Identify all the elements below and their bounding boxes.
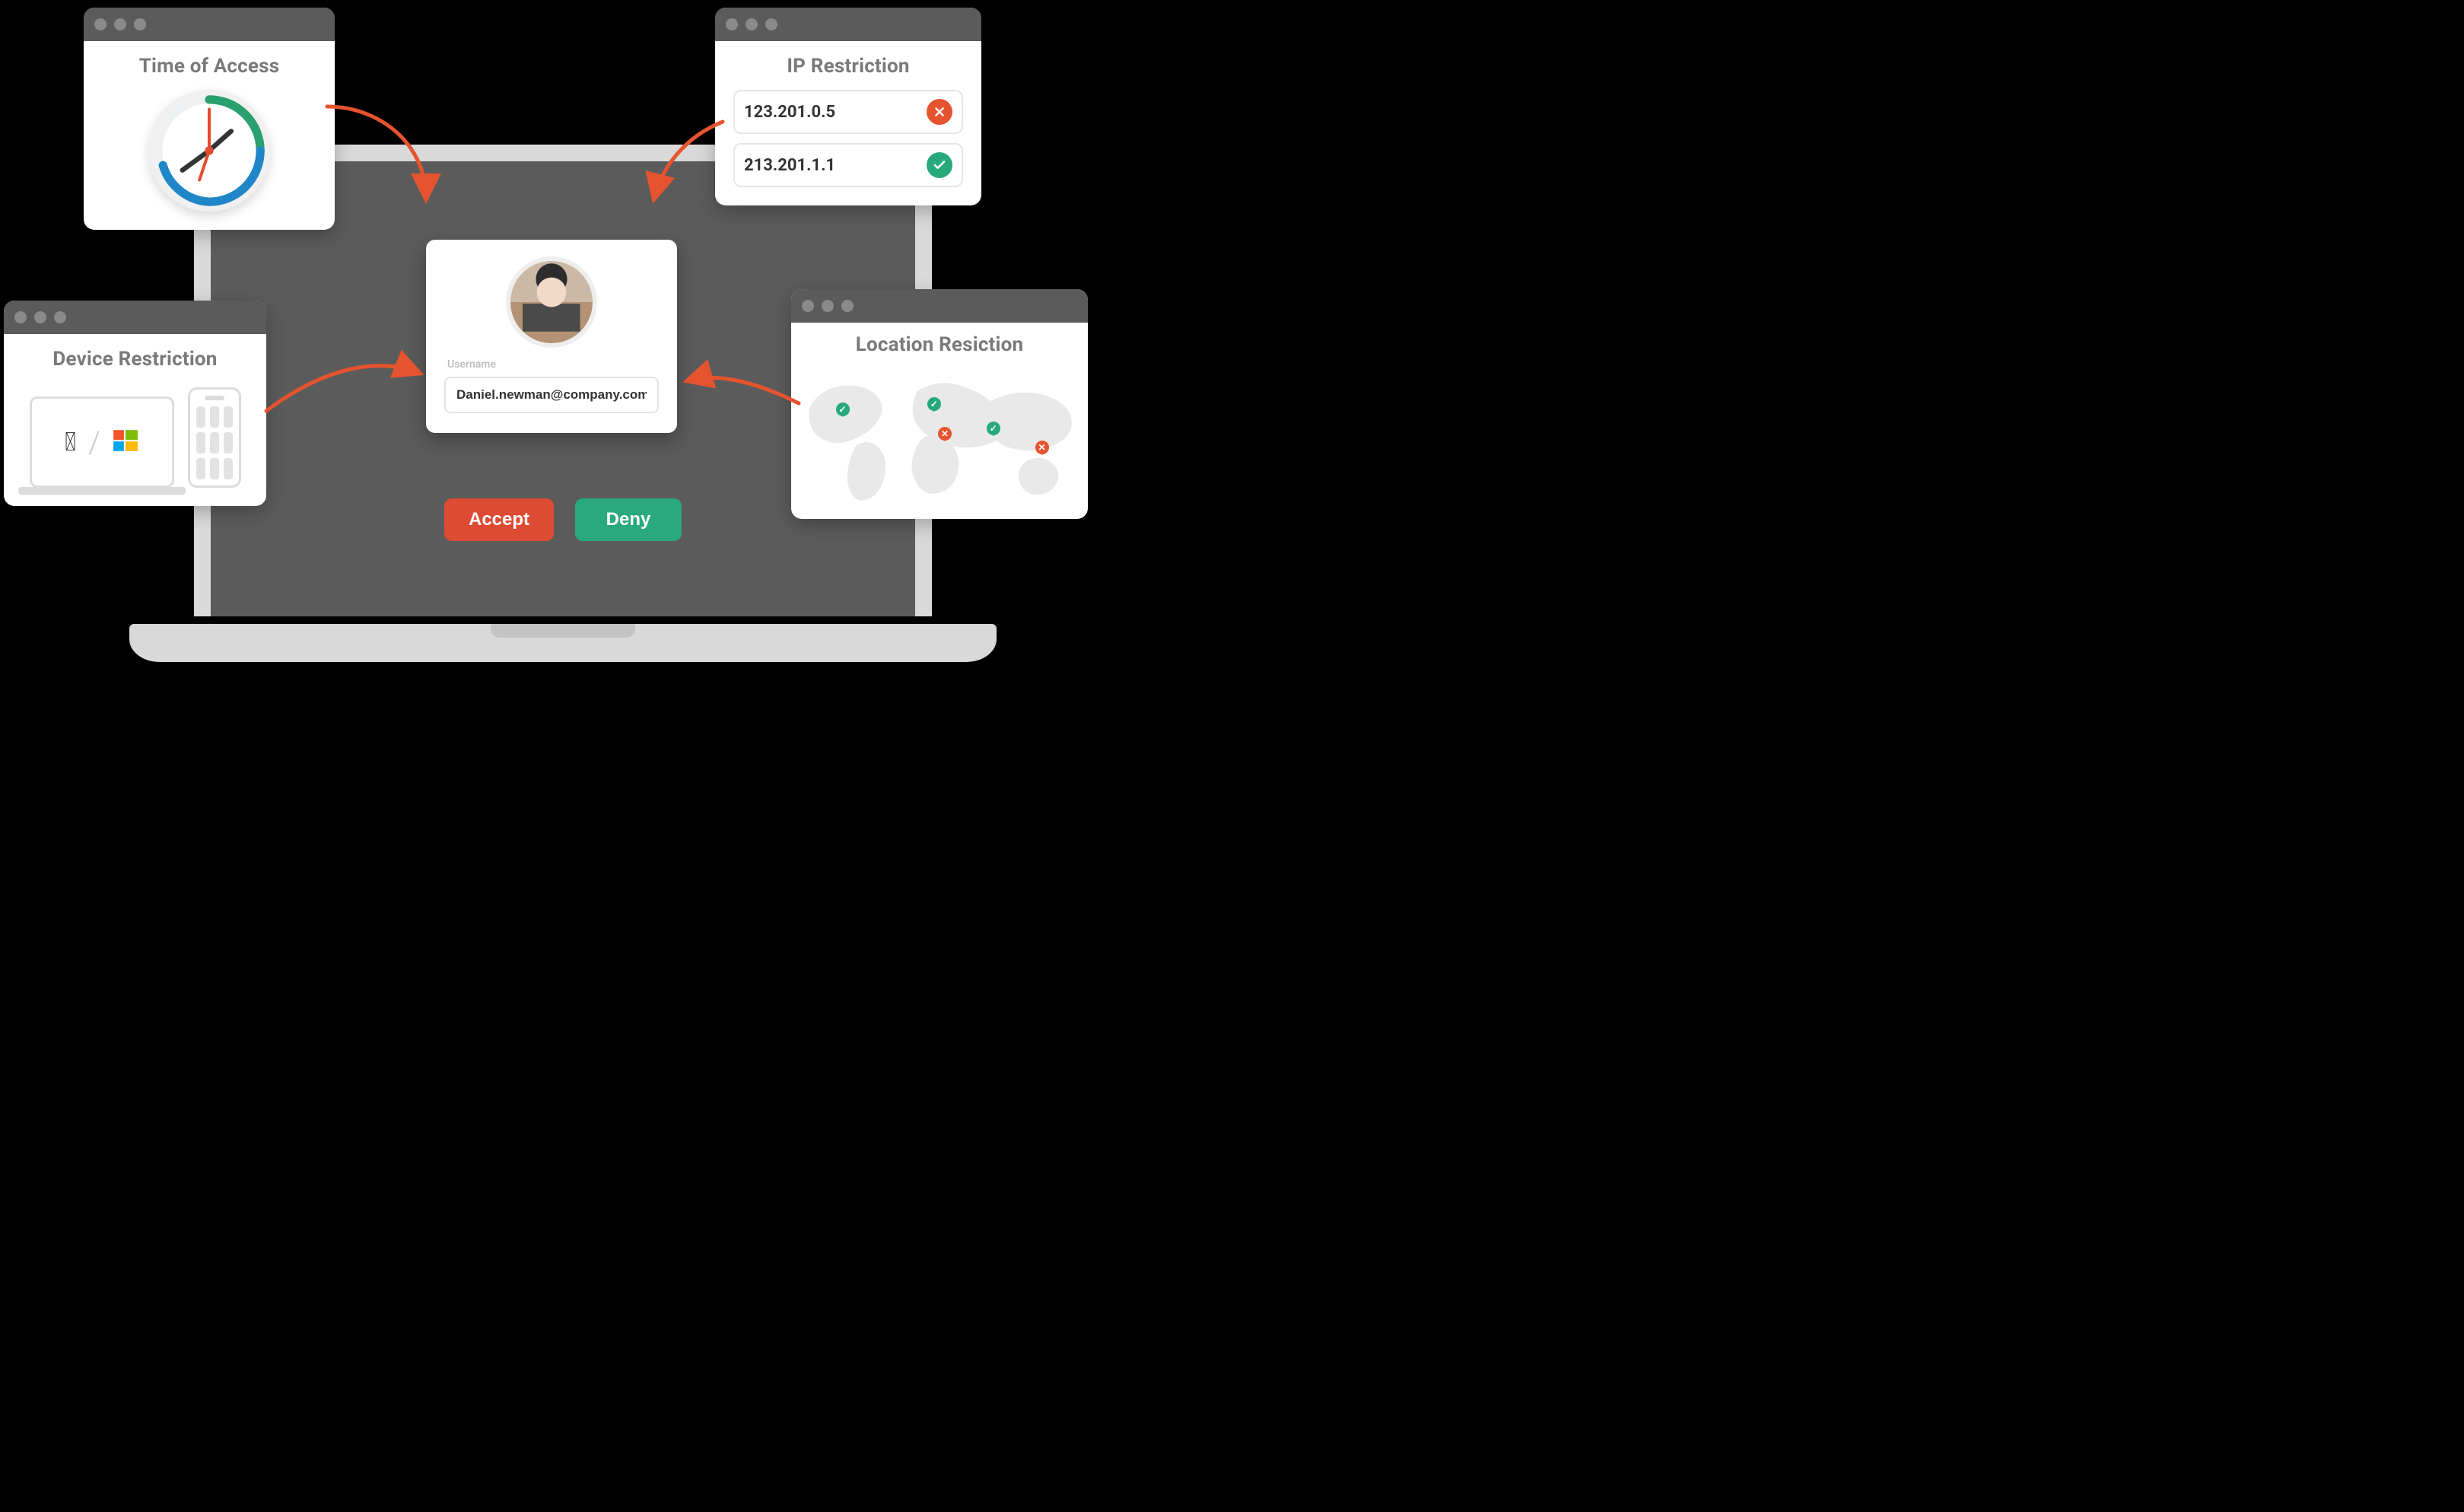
panel-title: Time of Access [102,55,316,78]
avatar [506,256,597,348]
window-titlebar [715,8,981,41]
window-dot [114,18,126,30]
deny-button[interactable]: Deny [575,498,682,541]
location-pin-allow: ✓ [987,422,1000,435]
location-pin-deny: ✕ [938,427,952,441]
location-pin-deny: ✕ [1035,441,1049,454]
window-titlebar [84,8,335,41]
device-laptop-icon:  / [30,396,174,488]
window-dot [14,311,27,323]
ip-row: 213.201.1.1 [733,143,963,187]
panel-time-of-access: Time of Access [84,8,335,230]
world-map: ✓ ✓ ✕ ✓ ✕ [805,368,1074,505]
apple-icon:  [65,427,76,457]
laptop-base [129,624,997,662]
window-dot [765,18,777,30]
panel-title: Device Restriction [22,348,248,371]
ip-row: 123.201.0.5 [733,90,963,134]
device-phone-icon [188,387,241,488]
ip-address: 213.201.1.1 [744,156,835,175]
window-dot [841,300,854,312]
location-pin-allow: ✓ [927,397,941,411]
window-titlebar [4,301,266,334]
close-icon [927,99,952,125]
location-pin-allow: ✓ [836,403,850,416]
clock-icon [148,90,270,212]
windows-icon [113,428,138,457]
accept-button[interactable]: Accept [444,498,554,541]
separator: / [88,425,100,460]
window-titlebar [791,289,1088,323]
check-icon [927,152,952,178]
window-dot [134,18,146,30]
username-input[interactable] [444,377,659,413]
panel-ip-restriction: IP Restriction 123.201.0.5 213.201.1.1 [715,8,981,205]
window-dot [746,18,758,30]
window-dot [802,300,814,312]
window-dot [822,300,834,312]
window-dot [34,311,46,323]
panel-title: IP Restriction [733,55,963,78]
window-dot [94,18,107,30]
panel-device-restriction: Device Restriction  / [4,301,266,506]
ip-address: 123.201.0.5 [744,103,835,122]
window-dot [726,18,738,30]
username-label: Username [447,358,659,371]
action-row: Accept Deny [444,498,682,541]
login-card: Username [426,240,677,433]
panel-title: Location Resiction [805,333,1074,356]
laptop-trackpad-notch [491,624,635,638]
window-dot [54,311,66,323]
panel-location-restriction: Location Resiction ✓ ✓ ✕ ✓ ✕ [791,289,1088,519]
